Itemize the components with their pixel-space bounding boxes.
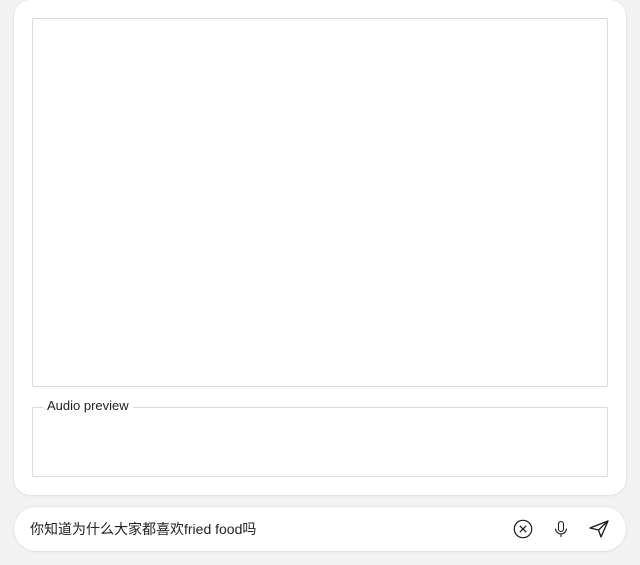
- chat-input[interactable]: [30, 521, 500, 537]
- main-textarea[interactable]: [32, 18, 608, 387]
- close-icon: [512, 518, 534, 540]
- send-button[interactable]: [584, 514, 614, 544]
- mic-button[interactable]: [546, 514, 576, 544]
- audio-preview-label: Audio preview: [43, 399, 133, 412]
- send-icon: [587, 517, 611, 541]
- audio-preview-panel: Audio preview: [32, 407, 608, 477]
- clear-button[interactable]: [508, 514, 538, 544]
- mic-icon: [551, 519, 571, 539]
- content-panel: Audio preview: [14, 0, 626, 495]
- composer-bar: [14, 507, 626, 551]
